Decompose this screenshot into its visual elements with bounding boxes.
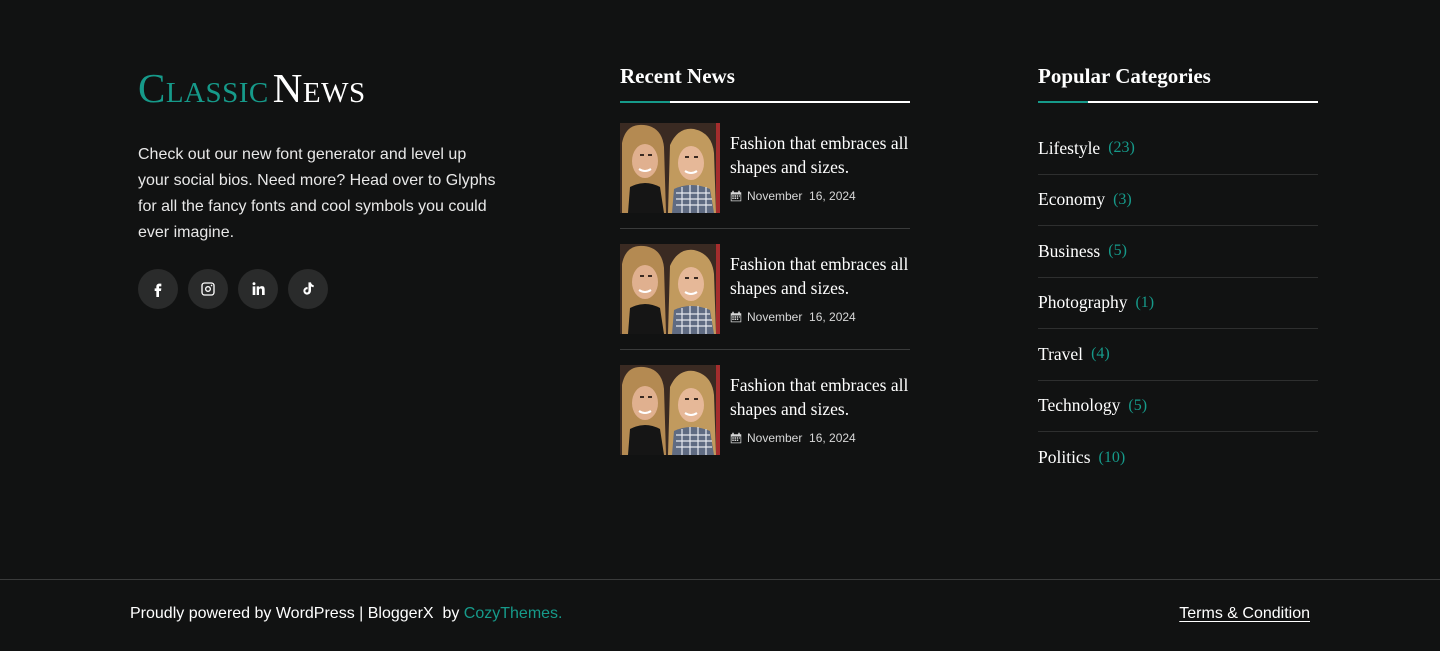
linkedin-icon [252, 282, 265, 295]
news-thumbnail[interactable] [620, 244, 720, 334]
news-photo-image [620, 244, 720, 334]
site-logo[interactable]: ClassicNews [138, 64, 366, 112]
news-date-text: November 16, 2024 [747, 189, 856, 203]
category-name: Travel [1038, 343, 1084, 364]
category-name: Politics [1038, 447, 1091, 468]
cozythemes-link[interactable]: CozyThemes. [464, 605, 563, 622]
news-divider [620, 228, 910, 229]
categories-list: Lifestyle (23) Economy (3) Business (5) … [1038, 123, 1318, 484]
news-title[interactable]: Fashion that embraces all shapes and siz… [730, 131, 930, 179]
recent-news-title-accent [620, 101, 670, 103]
footer-bottom-bar: Proudly powered by WordPress | BloggerX … [0, 579, 1440, 651]
social-links [138, 269, 328, 309]
instagram-icon [201, 282, 215, 296]
category-item-politics[interactable]: Politics (10) [1038, 432, 1318, 484]
news-thumbnail[interactable] [620, 365, 720, 455]
news-item[interactable]: Fashion that embraces all shapes and siz… [620, 365, 920, 470]
news-photo-image [620, 365, 720, 455]
categories-title-accent [1038, 101, 1088, 103]
facebook-icon [154, 283, 162, 297]
news-date: November 16, 2024 [730, 431, 856, 445]
news-date-text: November 16, 2024 [747, 310, 856, 324]
category-name: Technology [1038, 395, 1121, 416]
logo-text-classic: Classic [138, 65, 269, 111]
news-divider [620, 349, 910, 350]
footer-widgets: ClassicNews Check out our new font gener… [0, 0, 1440, 580]
calendar-icon [730, 311, 742, 323]
calendar-icon [730, 432, 742, 444]
category-item-lifestyle[interactable]: Lifestyle (23) [1038, 123, 1318, 175]
category-name: Business [1038, 240, 1101, 261]
news-title[interactable]: Fashion that embraces all shapes and siz… [730, 373, 930, 421]
news-item[interactable]: Fashion that embraces all shapes and siz… [620, 123, 920, 229]
news-item[interactable]: Fashion that embraces all shapes and siz… [620, 244, 920, 350]
category-item-travel[interactable]: Travel (4) [1038, 329, 1318, 381]
category-count: (4) [1091, 345, 1110, 363]
news-photo-image [620, 123, 720, 213]
category-count: (5) [1128, 396, 1148, 414]
about-text: Check out our new font generator and lev… [138, 146, 496, 241]
tiktok-button[interactable] [288, 269, 328, 309]
logo-text-news: News [272, 65, 366, 111]
category-item-photography[interactable]: Photography (1) [1038, 278, 1318, 329]
category-item-business[interactable]: Business (5) [1038, 226, 1318, 278]
category-name: Photography [1038, 292, 1128, 313]
category-count: (3) [1113, 190, 1132, 208]
category-item-technology[interactable]: Technology (5) [1038, 381, 1318, 432]
category-count: (1) [1135, 293, 1155, 311]
news-date-text: November 16, 2024 [747, 431, 856, 445]
news-thumbnail[interactable] [620, 123, 720, 213]
calendar-icon [730, 190, 742, 202]
categories-title: Popular Categories [1038, 64, 1211, 88]
instagram-button[interactable] [188, 269, 228, 309]
copyright-prefix: Proudly powered by WordPress | BloggerX … [130, 605, 464, 622]
category-name: Lifestyle [1038, 137, 1101, 158]
category-count: (10) [1098, 448, 1126, 466]
category-count: (5) [1108, 242, 1127, 260]
linkedin-button[interactable] [238, 269, 278, 309]
news-date: November 16, 2024 [730, 310, 856, 324]
category-item-economy[interactable]: Economy (3) [1038, 175, 1318, 226]
news-title[interactable]: Fashion that embraces all shapes and siz… [730, 252, 930, 300]
facebook-button[interactable] [138, 269, 178, 309]
category-count: (23) [1108, 139, 1135, 157]
news-date: November 16, 2024 [730, 189, 856, 203]
terms-link[interactable]: Terms & Condition [1179, 605, 1310, 623]
recent-news-title: Recent News [620, 64, 735, 88]
category-name: Economy [1038, 189, 1106, 210]
tiktok-icon [303, 282, 314, 295]
copyright-text: Proudly powered by WordPress | BloggerX … [130, 605, 563, 623]
